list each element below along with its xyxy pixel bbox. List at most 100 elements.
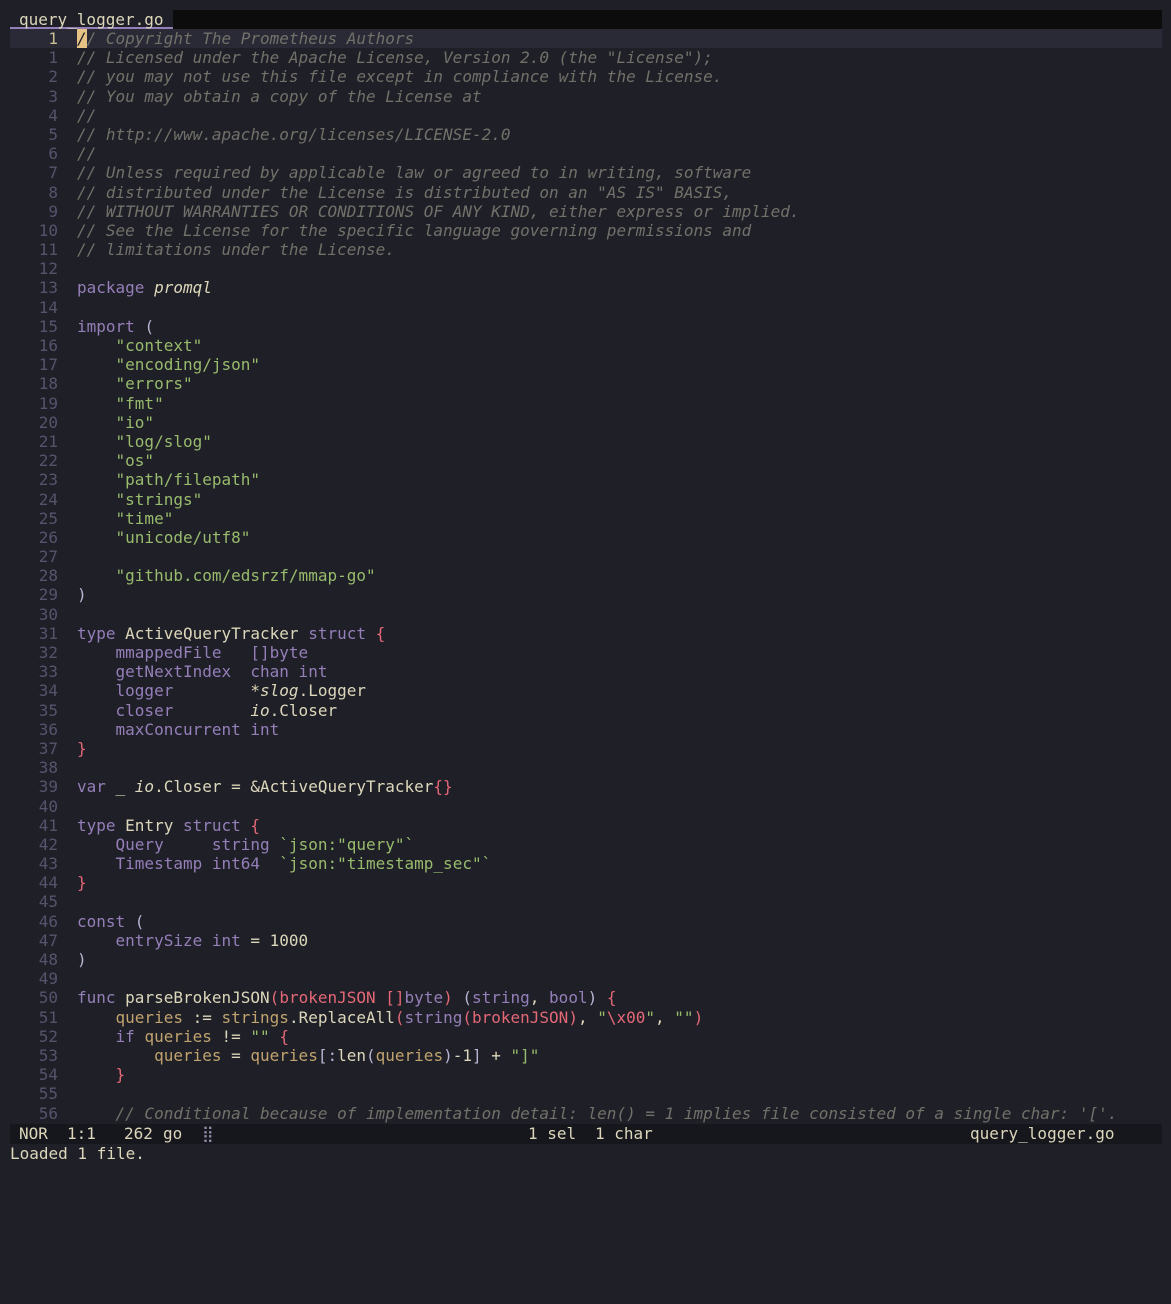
code-token: int — [250, 719, 280, 739]
line-text: queries = queries[:len(queries)-1] + "]" — [77, 1046, 539, 1065]
code-line[interactable]: 5 // http://www.apache.org/licenses/LICEN… — [10, 125, 1162, 144]
code-line[interactable]: 52 if queries != "" { — [10, 1027, 1162, 1046]
code-line[interactable]: 14 — [10, 298, 1162, 317]
code-line[interactable]: 12 — [10, 259, 1162, 278]
code-line[interactable]: 18 "errors" — [10, 374, 1162, 393]
code-line[interactable]: 53 queries = queries[:len(queries)-1] + … — [10, 1046, 1162, 1065]
code-line[interactable]: 35 closer io.Closer — [10, 701, 1162, 720]
code-line[interactable]: 24 "strings" — [10, 490, 1162, 509]
line-text: // you may not use this file except in c… — [77, 67, 722, 86]
code-line[interactable]: 30 — [10, 605, 1162, 624]
code-token: ActiveQueryTracker — [125, 623, 309, 643]
status-bar: NOR 1:1 262 go ⣿ 1 sel 1 char query_logg… — [10, 1124, 1162, 1144]
line-number: 52 — [38, 1026, 58, 1046]
code-token: bool — [549, 988, 588, 1008]
tab-query-logger[interactable]: query_logger.go — [10, 10, 173, 29]
line-text: "log/slog" — [77, 432, 212, 451]
text-cursor: / — [77, 29, 87, 48]
code-line[interactable]: 46 const ( — [10, 912, 1162, 931]
line-text: "errors" — [77, 374, 193, 393]
code-line[interactable]: 26 "unicode/utf8" — [10, 528, 1162, 547]
code-line[interactable]: 16 "context" — [10, 336, 1162, 355]
code-line[interactable]: 20 "io" — [10, 413, 1162, 432]
code-token: ( — [394, 1007, 405, 1027]
line-number: 34 — [38, 681, 58, 701]
code-line[interactable]: 55 — [10, 1084, 1162, 1103]
code-line[interactable]: 41 type Entry struct { — [10, 816, 1162, 835]
code-token: ( — [366, 1045, 376, 1065]
code-line[interactable]: 32 mmappedFile []byte — [10, 643, 1162, 662]
code-token: ) — [693, 1007, 704, 1027]
line-text: "github.com/edsrzf/mmap-go" — [77, 566, 376, 585]
code-line[interactable]: 17 "encoding/json" — [10, 355, 1162, 374]
code-token: "" — [674, 1007, 694, 1027]
code-line[interactable]: 38 — [10, 758, 1162, 777]
code-token: ] — [471, 1045, 492, 1065]
code-token: ( — [452, 988, 472, 1008]
code-line[interactable]: 2 // you may not use this file except in … — [10, 67, 1162, 86]
code-line[interactable]: 11 // limitations under the License. — [10, 240, 1162, 259]
code-line[interactable]: 56 // Conditional because of implementat… — [10, 1104, 1162, 1123]
code-line[interactable]: 42 Query string `json:"query"` — [10, 835, 1162, 854]
code-line[interactable]: 43 Timestamp int64 `json:"timestamp_sec"… — [10, 854, 1162, 873]
code-line[interactable]: 31 type ActiveQueryTracker struct { — [10, 624, 1162, 643]
code-line[interactable]: 10 // See the License for the specific la… — [10, 221, 1162, 240]
code-line[interactable]: 49 — [10, 969, 1162, 988]
code-line[interactable]: 6 // — [10, 144, 1162, 163]
code-line[interactable]: 40 — [10, 797, 1162, 816]
code-line[interactable]: 48) — [10, 950, 1162, 969]
line-number: 20 — [38, 412, 58, 432]
line-number: 49 — [38, 969, 58, 989]
code-line[interactable]: 13 package promql — [10, 278, 1162, 297]
code-line[interactable]: 34 logger *slog.Logger — [10, 681, 1162, 700]
line-number: 51 — [38, 1007, 58, 1027]
line-text: entrySize int = 1000 — [77, 931, 309, 950]
code-token: // limitations under the License. — [77, 240, 395, 260]
code-line[interactable]: 3 // You may obtain a copy of the License… — [10, 87, 1162, 106]
code-line[interactable]: 51 queries := strings.ReplaceAll(string(… — [10, 1008, 1162, 1027]
code-token: slog — [260, 681, 299, 701]
code-line[interactable]: 45 — [10, 892, 1162, 911]
code-line[interactable]: 1 // Copyright The Prometheus Authors — [10, 29, 1162, 49]
line-number: 41 — [38, 815, 58, 835]
code-line[interactable]: 4 // — [10, 106, 1162, 125]
code-line[interactable]: 50 func parseBrokenJSON(brokenJSON []byte… — [10, 988, 1162, 1007]
line-number: 17 — [38, 355, 58, 375]
line-number: 33 — [38, 662, 58, 682]
code-token: // Unless required by applicable law or … — [77, 163, 752, 183]
code-token: type — [77, 623, 126, 643]
code-token: queries — [144, 1026, 222, 1046]
line-text: ) — [77, 950, 87, 969]
code-token: // you may not use this file except in c… — [77, 67, 723, 87]
code-line[interactable]: 1 // Licensed under the Apache License, V… — [10, 48, 1162, 67]
code-line[interactable]: 25 "time" — [10, 509, 1162, 528]
code-line[interactable]: 29) — [10, 585, 1162, 604]
code-line[interactable]: 36 maxConcurrent int — [10, 720, 1162, 739]
code-token: io — [250, 700, 270, 720]
code-editor[interactable]: 1 // Copyright The Prometheus Authors 1 // … — [10, 29, 1162, 1124]
code-line[interactable]: 8 // distributed under the License is dis… — [10, 183, 1162, 202]
line-text: queries := strings.ReplaceAll(string(bro… — [77, 1007, 704, 1027]
code-token: Timestamp int64 — [77, 854, 280, 874]
code-line[interactable]: 28 "github.com/edsrzf/mmap-go" — [10, 566, 1162, 585]
code-line[interactable]: 7 // Unless required by applicable law or… — [10, 163, 1162, 182]
code-line[interactable]: 44} — [10, 873, 1162, 892]
line-number: 55 — [38, 1084, 58, 1104]
code-line[interactable]: 33 getNextIndex chan int — [10, 662, 1162, 681]
line-number: 44 — [38, 873, 58, 893]
code-line[interactable]: 15 import ( — [10, 317, 1162, 336]
line-number: 36 — [38, 719, 58, 739]
code-line[interactable]: 21 "log/slog" — [10, 432, 1162, 451]
line-text: func parseBrokenJSON(brokenJSON []byte) … — [77, 988, 616, 1007]
code-line[interactable]: 39 var _ io.Closer = &ActiveQueryTracker{… — [10, 777, 1162, 796]
code-line[interactable]: 9 // WITHOUT WARRANTIES OR CONDITIONS OF … — [10, 202, 1162, 221]
code-line[interactable]: 27 — [10, 547, 1162, 566]
code-line[interactable]: 54 } — [10, 1065, 1162, 1084]
code-line[interactable]: 37} — [10, 739, 1162, 758]
code-token: ) — [77, 950, 87, 969]
code-line[interactable]: 23 "path/filepath" — [10, 470, 1162, 489]
code-token: struct — [308, 623, 376, 643]
code-line[interactable]: 19 "fmt" — [10, 394, 1162, 413]
code-line[interactable]: 22 "os" — [10, 451, 1162, 470]
code-line[interactable]: 47 entrySize int = 1000 — [10, 931, 1162, 950]
